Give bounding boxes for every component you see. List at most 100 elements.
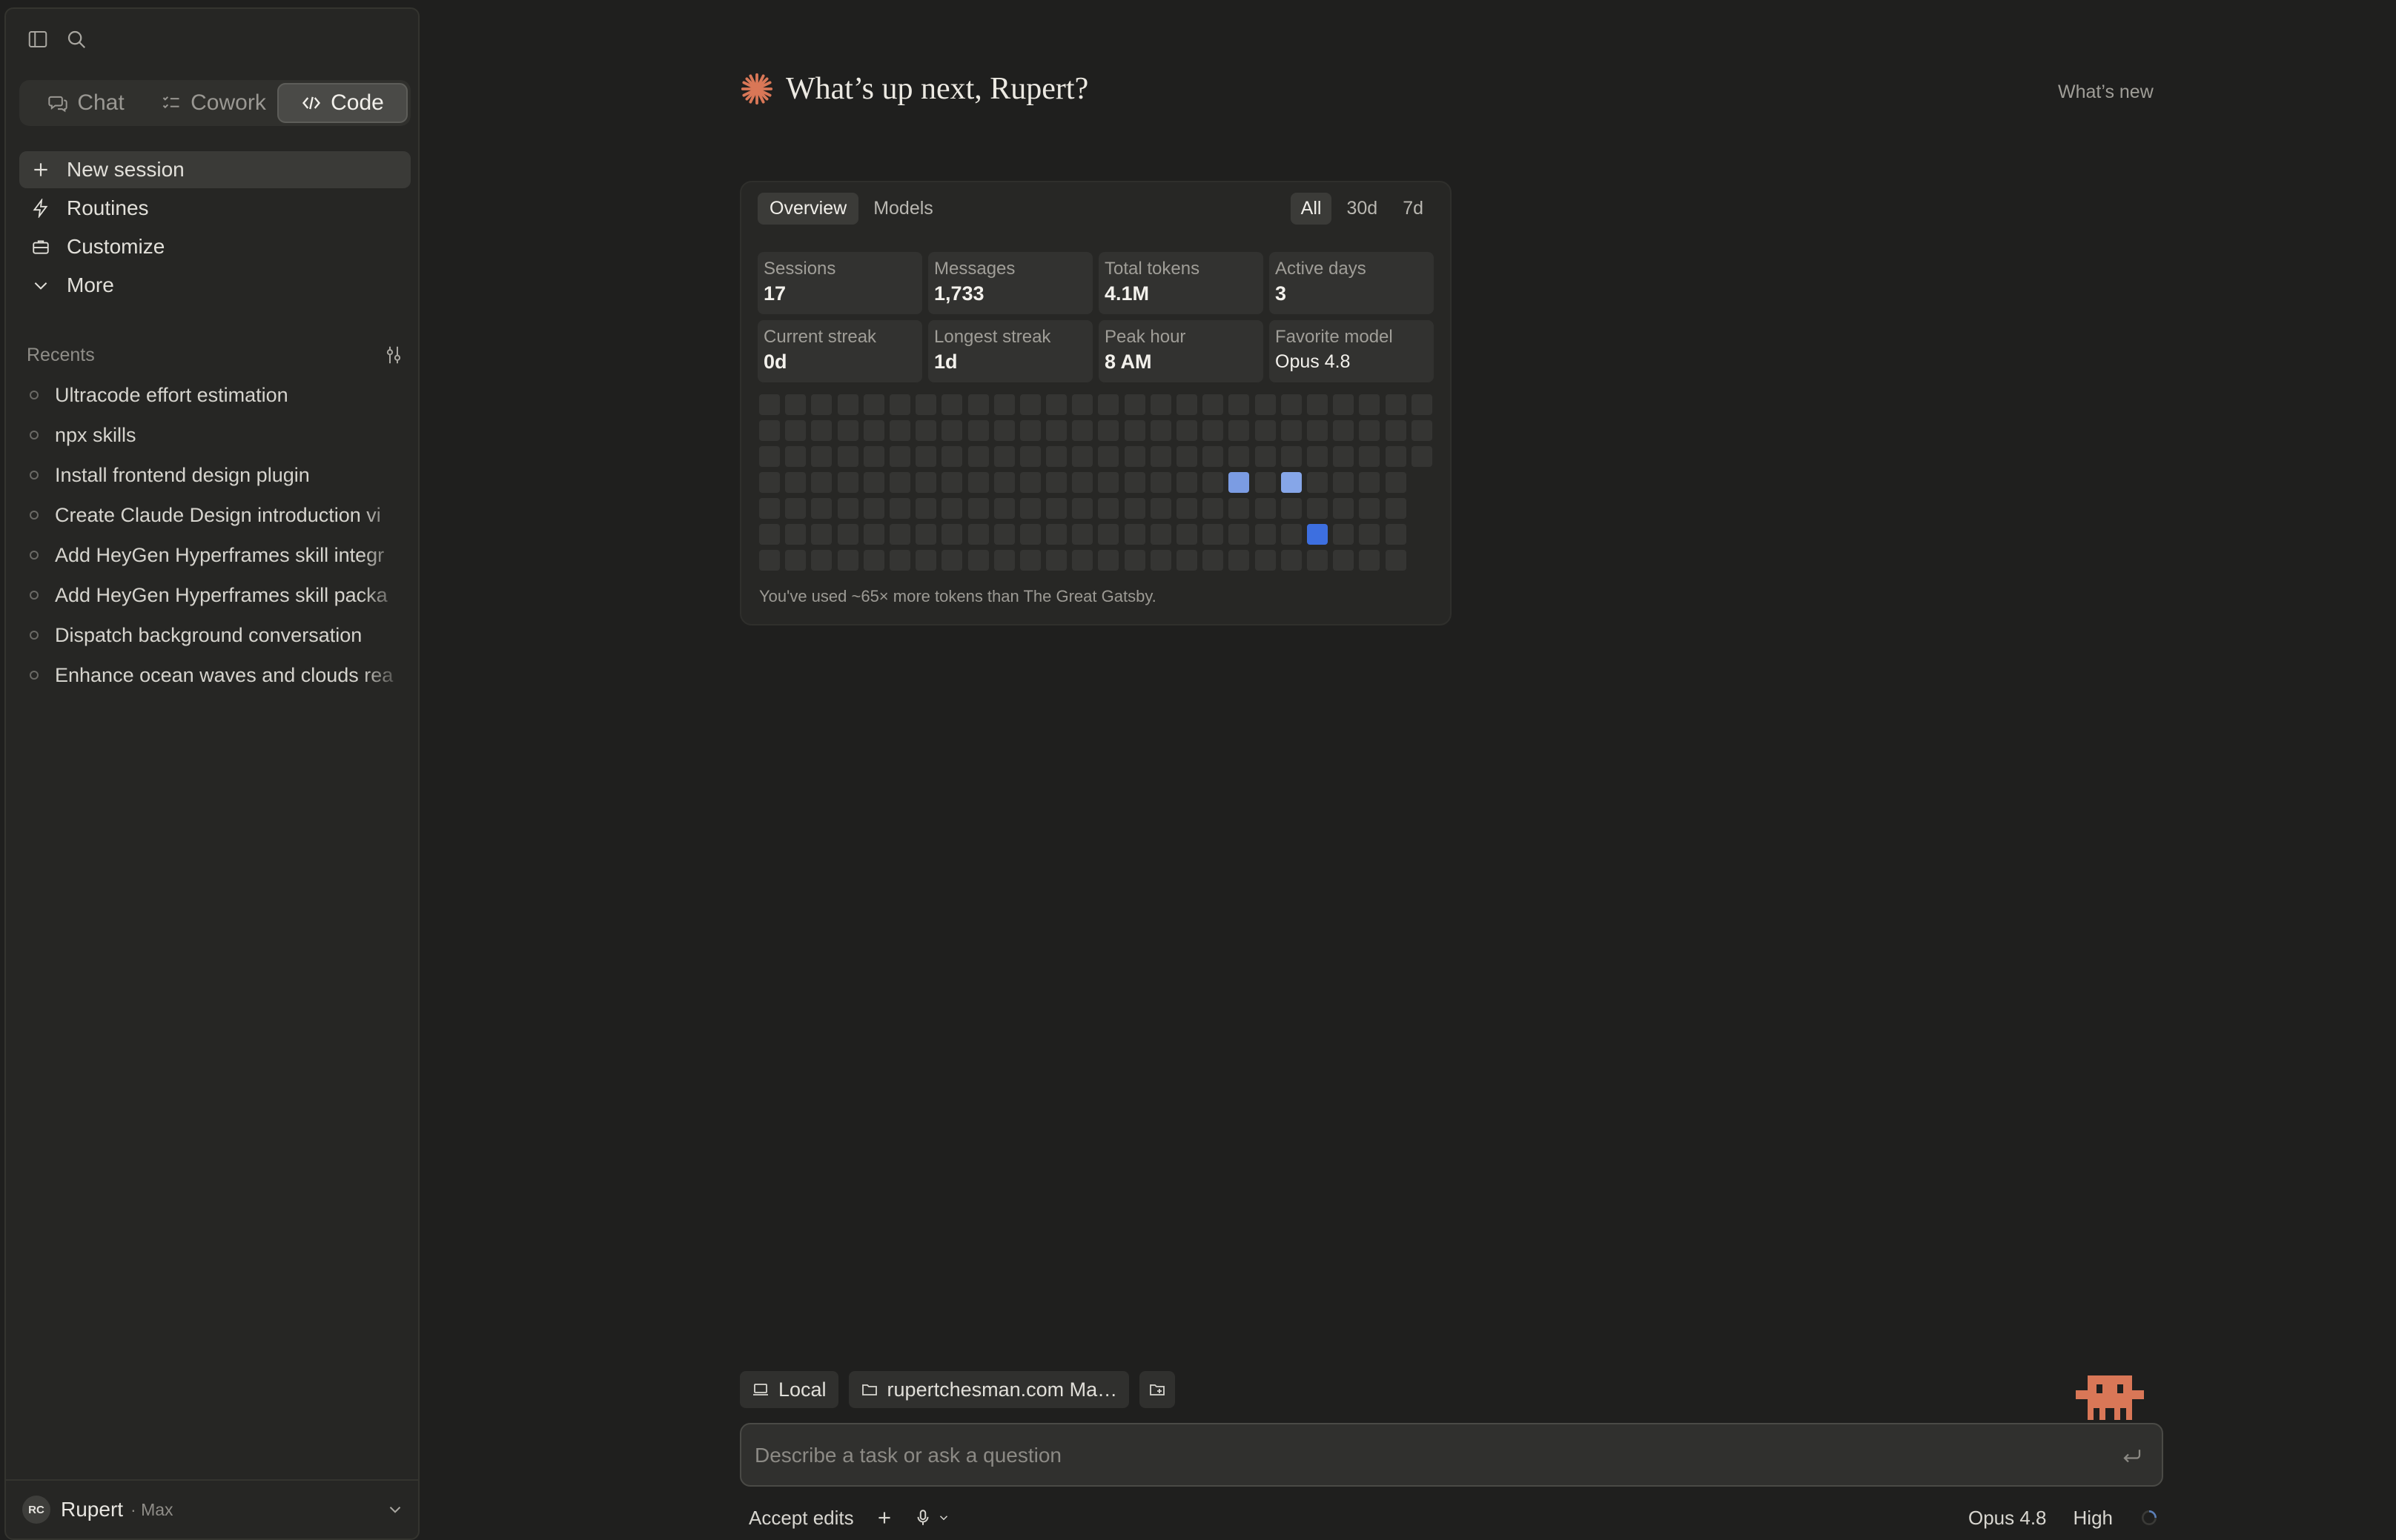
stat-value: Opus 4.8 [1275, 351, 1351, 372]
stats-grid: Sessions 17 Messages 1,733 Total tokens 4.1… [758, 252, 1434, 382]
recent-item[interactable]: Enhance ocean waves and clouds rea [24, 655, 406, 695]
mode-code-tab[interactable]: Code [277, 83, 408, 123]
heatmap-cell [941, 420, 963, 441]
prompt-input[interactable] [755, 1439, 2089, 1472]
heatmap-cell [889, 550, 910, 571]
search-icon[interactable] [65, 28, 87, 50]
heatmap-cell [1254, 472, 1276, 493]
environment-chip[interactable]: Local [740, 1371, 838, 1408]
code-brackets-icon [302, 96, 321, 110]
heatmap-cell [1412, 498, 1432, 519]
recent-item[interactable]: Add HeyGen Hyperframes skill integr [24, 535, 406, 575]
sidebar-toggle-icon[interactable] [27, 28, 49, 50]
plus-icon [34, 163, 47, 176]
heatmap-cell [1228, 524, 1250, 545]
recent-item[interactable]: Ultracode effort estimation [24, 375, 406, 415]
tab-overview[interactable]: Overview [758, 193, 859, 225]
heatmap-cell [759, 394, 780, 415]
recent-item[interactable]: Install frontend design plugin [24, 455, 406, 495]
heatmap-cell [1150, 472, 1171, 493]
heatmap-cell [1019, 498, 1041, 519]
folder-chip[interactable]: rupertchesman.com Ma… [848, 1371, 1130, 1408]
heatmap-cell [1280, 498, 1302, 519]
more-label: More [67, 273, 114, 296]
range-30d[interactable]: 30d [1336, 193, 1388, 225]
recent-item[interactable]: Create Claude Design introduction vi [24, 495, 406, 535]
add-folder-button[interactable] [1139, 1371, 1176, 1408]
range-7d[interactable]: 7d [1392, 193, 1434, 225]
status-dot-icon [30, 391, 39, 399]
heatmap-cell [837, 472, 858, 493]
heatmap-cell [1046, 420, 1068, 441]
recent-item[interactable]: Add HeyGen Hyperframes skill packa [24, 575, 406, 615]
stat-value: 8 AM [1105, 351, 1152, 373]
heatmap-cell [785, 524, 807, 545]
heatmap-cell [1385, 394, 1406, 415]
heatmap-cell [785, 550, 807, 571]
recent-item[interactable]: npx skills [24, 415, 406, 455]
stat-total-tokens: Total tokens 4.1M [1099, 252, 1263, 314]
heatmap-cell [1202, 550, 1224, 571]
stat-messages: Messages 1,733 [928, 252, 1093, 314]
effort-selector[interactable]: High [2074, 1507, 2113, 1530]
heatmap-cell [1333, 420, 1354, 441]
account-menu-button[interactable]: RC Rupert · Max [6, 1479, 418, 1539]
whats-new-link[interactable]: What’s new [2058, 82, 2154, 103]
environment-label: Local [778, 1378, 827, 1401]
heatmap-cell [1072, 472, 1093, 493]
composer-toolbar: Accept edits Opus 4.8 High [740, 1501, 2163, 1534]
checklist-icon [162, 96, 179, 109]
sidebar-top-icons [27, 28, 87, 50]
heatmap-cell [1202, 420, 1224, 441]
routines-link[interactable]: Routines [19, 190, 411, 227]
heatmap-cell [811, 524, 833, 545]
mode-cowork-tab[interactable]: Cowork [150, 83, 277, 123]
prompt-composer [740, 1423, 2163, 1487]
customize-link[interactable]: Customize [19, 228, 411, 265]
stat-label: Favorite model [1275, 327, 1393, 347]
heatmap-cell [1072, 524, 1093, 545]
status-dot-icon [30, 471, 39, 479]
heatmap-cell [811, 420, 833, 441]
stat-label: Total tokens [1105, 259, 1200, 279]
chevron-down-icon [34, 282, 47, 290]
enter-return-icon[interactable] [2120, 1445, 2144, 1467]
heatmap-cell [1359, 472, 1380, 493]
heatmap-cell [889, 394, 910, 415]
recent-item-label: Dispatch background conversation [55, 623, 363, 646]
heatmap-cell [889, 446, 910, 467]
heatmap-cell [1150, 498, 1171, 519]
heatmap-cell [1333, 550, 1354, 571]
filter-sliders-icon[interactable] [383, 344, 405, 366]
mode-chat-tab[interactable]: Chat [22, 83, 150, 123]
heatmap-cell [1072, 420, 1093, 441]
heatmap-cell [863, 394, 884, 415]
heatmap-cell [1098, 498, 1119, 519]
recents-title: Recents [27, 344, 95, 365]
routines-label: Routines [67, 196, 149, 219]
heatmap-cell [1306, 472, 1328, 493]
range-tabs: All 30d 7d [1290, 193, 1434, 225]
heatmap-cell [1202, 446, 1224, 467]
stat-peak-hour: Peak hour 8 AM [1099, 320, 1263, 382]
recent-item[interactable]: Dispatch background conversation [24, 615, 406, 655]
folder-label: rupertchesman.com Ma… [887, 1378, 1118, 1401]
heatmap-cell [759, 498, 780, 519]
stat-value: 1d [934, 351, 958, 373]
heatmap-cell [1228, 498, 1250, 519]
heatmap-cell [1019, 394, 1041, 415]
heatmap-cell [759, 446, 780, 467]
heatmap-cell [863, 550, 884, 571]
heatmap-cell [967, 446, 989, 467]
more-toggle[interactable]: More [19, 267, 411, 304]
heatmap-cell [967, 420, 989, 441]
voice-input-button[interactable] [913, 1508, 950, 1527]
model-selector[interactable]: Opus 4.8 [1968, 1507, 2047, 1530]
range-all[interactable]: All [1290, 193, 1332, 225]
customize-label: Customize [67, 235, 165, 258]
attach-button[interactable] [875, 1508, 894, 1527]
accept-edits-button[interactable]: Accept edits [740, 1507, 854, 1530]
heatmap-cell [1124, 472, 1145, 493]
new-session-button[interactable]: New session [19, 151, 411, 188]
tab-models[interactable]: Models [861, 193, 945, 225]
